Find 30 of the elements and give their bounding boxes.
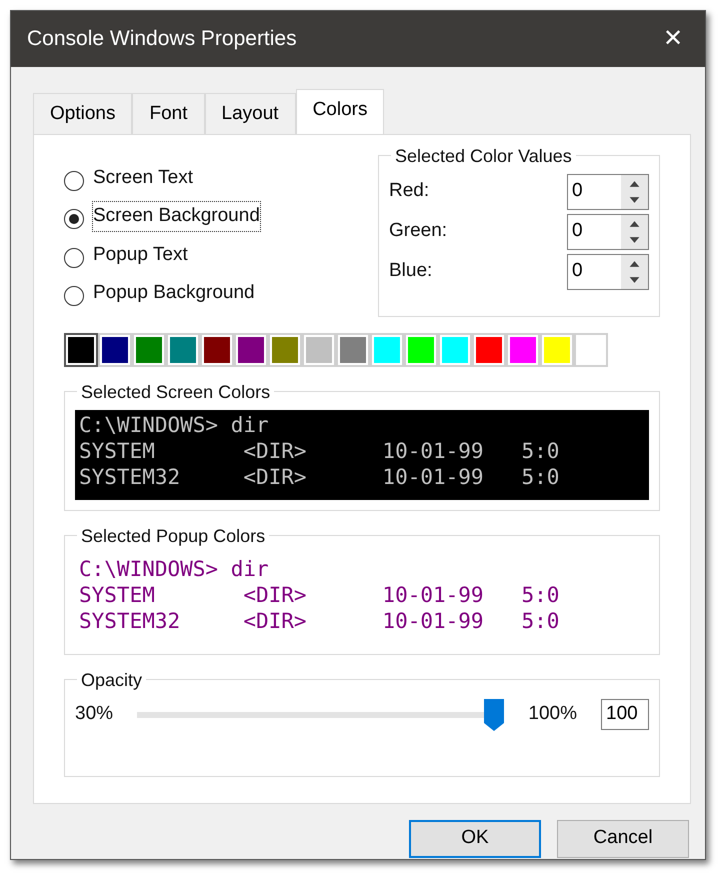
color-swatch[interactable] bbox=[64, 332, 98, 366]
tab[interactable]: Layout bbox=[204, 93, 296, 134]
field-label: Red: bbox=[389, 179, 430, 204]
radio-label[interactable]: Popup Background bbox=[92, 278, 256, 308]
console-line: C:\WINDOWS> dir bbox=[79, 556, 270, 582]
radio-button[interactable] bbox=[64, 209, 84, 230]
cancel-button[interactable]: Cancel bbox=[557, 820, 689, 858]
opacity-input[interactable]: 100 bbox=[601, 699, 649, 730]
radio-label[interactable]: Popup Text bbox=[92, 240, 189, 270]
console-line: SYSTEM <DIR> 10-01-99 5:0 bbox=[79, 582, 560, 608]
slider-thumb[interactable] bbox=[484, 698, 504, 730]
close-button[interactable]: ✕ bbox=[657, 20, 689, 58]
console-line: SYSTEM32 <DIR> 10-01-99 5:0 bbox=[79, 608, 560, 634]
tab[interactable]: Options bbox=[33, 93, 132, 134]
min-label: 30% bbox=[75, 702, 114, 726]
console-line: SYSTEM32 <DIR> 10-01-99 5:0 bbox=[79, 464, 560, 490]
radio-button[interactable] bbox=[64, 286, 84, 306]
radio-label[interactable]: Screen Text bbox=[92, 162, 194, 193]
field-label: Green: bbox=[389, 219, 448, 244]
console-line: SYSTEM <DIR> 10-01-99 5:0 bbox=[79, 438, 560, 464]
radio-button[interactable] bbox=[64, 170, 84, 191]
window-title: Console Windows Properties bbox=[27, 26, 297, 52]
tab[interactable]: Colors bbox=[296, 89, 384, 134]
max-label: 100% bbox=[528, 702, 577, 726]
tab[interactable]: Font bbox=[132, 93, 205, 134]
console-line: C:\WINDOWS> dir bbox=[79, 412, 270, 438]
field-label: Blue: bbox=[389, 259, 432, 284]
ok-button[interactable]: OK bbox=[409, 820, 541, 858]
radio-button[interactable] bbox=[64, 248, 84, 268]
radio-label[interactable]: Screen Background bbox=[92, 201, 261, 232]
